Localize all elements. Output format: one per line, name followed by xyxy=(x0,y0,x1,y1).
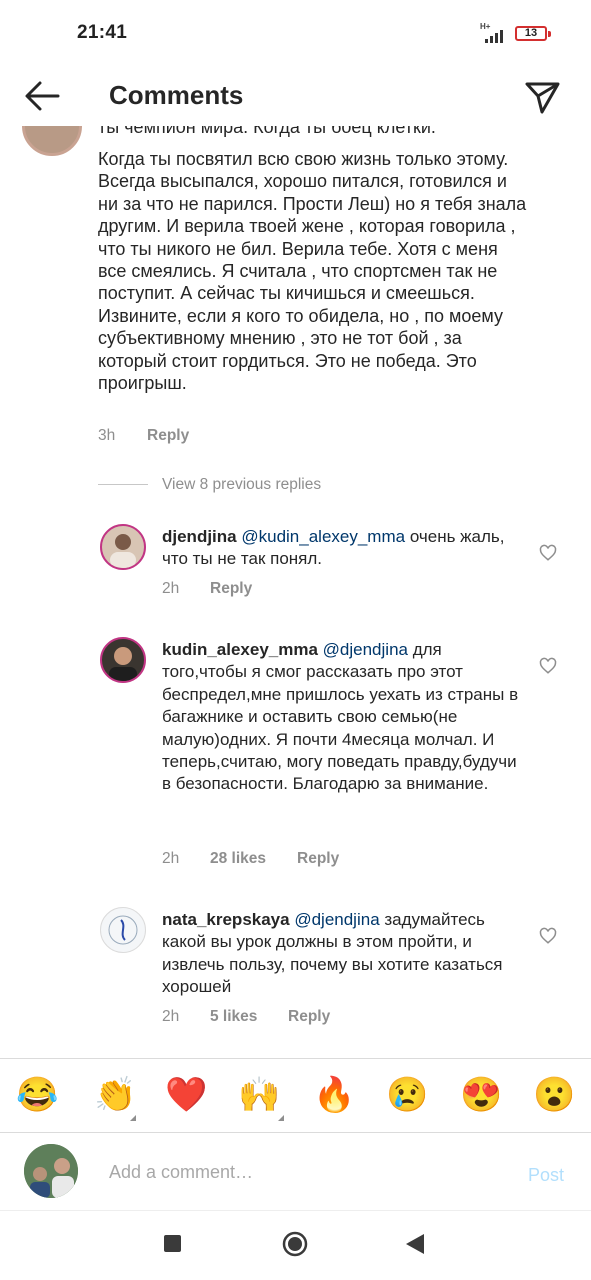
avatar[interactable] xyxy=(22,126,82,156)
heart-icon[interactable] xyxy=(539,927,557,945)
avatar-image xyxy=(109,647,137,681)
divider xyxy=(0,1058,591,1059)
reply-button[interactable]: Reply xyxy=(297,850,339,868)
reply-button[interactable]: Reply xyxy=(288,1008,330,1026)
page-title: Comments xyxy=(109,80,244,110)
battery-tip xyxy=(548,31,551,37)
reply-time: 2h xyxy=(162,850,180,867)
avatar-image xyxy=(108,915,138,945)
reply-text: nata_krepskaya @djendjina задумайтесь ка… xyxy=(162,909,522,999)
heart-icon[interactable] xyxy=(539,544,557,562)
comment-text: Когда ты посвятил всю свою жизнь только … xyxy=(98,149,527,394)
emoji-joy[interactable]: 😂 xyxy=(16,1075,58,1115)
emoji-heart[interactable]: ❤️ xyxy=(165,1075,207,1115)
mention-link[interactable]: @djendjina xyxy=(323,640,408,659)
avatar-image xyxy=(110,534,136,568)
my-avatar xyxy=(24,1144,78,1198)
reply-text: djendjina @kudin_alexey_mma очень жаль, … xyxy=(162,526,522,571)
paper-plane-icon xyxy=(525,82,560,114)
comment-input[interactable]: Add a comment… xyxy=(109,1162,253,1183)
recent-apps-button[interactable] xyxy=(164,1235,181,1252)
divider xyxy=(0,1132,591,1133)
nav-back-button[interactable] xyxy=(406,1234,424,1254)
arrow-left-icon xyxy=(25,81,60,111)
username[interactable]: djendjina xyxy=(162,527,237,546)
back-button[interactable] xyxy=(22,78,62,114)
divider xyxy=(0,1210,591,1211)
battery-icon: 13 xyxy=(515,26,547,41)
mention-link[interactable]: @kudin_alexey_mma xyxy=(241,527,405,546)
home-button[interactable] xyxy=(282,1231,308,1257)
likes-count[interactable]: 5 likes xyxy=(210,1008,257,1026)
skin-tone-indicator xyxy=(278,1115,284,1121)
emoji-raised-hands[interactable]: 🙌 xyxy=(238,1075,280,1115)
share-button[interactable] xyxy=(522,76,562,116)
avatar-image xyxy=(24,1144,78,1198)
skin-tone-indicator xyxy=(130,1115,136,1121)
reply-time: 2h xyxy=(162,580,180,597)
emoji-fire[interactable]: 🔥 xyxy=(313,1075,355,1115)
emoji-heart-eyes[interactable]: 😍 xyxy=(460,1075,502,1115)
signal-icon xyxy=(485,29,507,43)
username[interactable]: kudin_alexey_mma xyxy=(162,640,318,659)
post-button[interactable]: Post xyxy=(528,1165,564,1186)
reply-button[interactable]: Reply xyxy=(210,580,252,598)
mention-link[interactable]: @djendjina xyxy=(294,910,379,929)
likes-count[interactable]: 28 likes xyxy=(210,850,266,868)
divider-line xyxy=(98,484,148,485)
view-previous-replies[interactable]: View 8 previous replies xyxy=(162,476,321,494)
avatar[interactable] xyxy=(100,907,146,953)
reply-button[interactable]: Reply xyxy=(147,427,189,445)
comments-list[interactable]: ты чемпион мира. Когда ты боец клетки. К… xyxy=(0,126,591,1050)
emoji-cry[interactable]: 😢 xyxy=(386,1075,428,1115)
comment-time: 3h xyxy=(98,427,116,444)
heart-icon[interactable] xyxy=(539,657,557,675)
avatar[interactable] xyxy=(100,524,146,570)
username[interactable]: nata_krepskaya xyxy=(162,910,290,929)
emoji-clap[interactable]: 👏 xyxy=(94,1075,136,1115)
comment-text-cut: ты чемпион мира. Когда ты боец клетки. xyxy=(98,126,436,137)
reply-body: для того,чтобы я смог рассказать про это… xyxy=(162,640,519,794)
reply-time: 2h xyxy=(162,1008,180,1025)
avatar[interactable] xyxy=(100,637,146,683)
emoji-surprised[interactable]: 😮 xyxy=(533,1075,575,1115)
reply-text: kudin_alexey_mma @djendjina для того,что… xyxy=(162,639,522,796)
status-time: 21:41 xyxy=(77,22,128,43)
